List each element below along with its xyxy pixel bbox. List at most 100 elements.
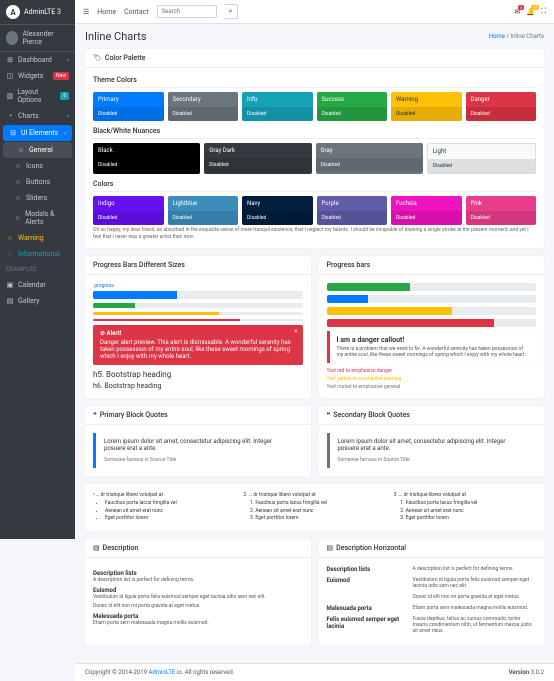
sidebar-item-charts[interactable]: ◔Charts‹ [0,108,75,124]
sidebar-item-buttons[interactable]: ○Buttons [0,174,75,190]
dl-desc: Donec id elit non mi porta gravida at eg… [93,603,303,609]
swatch-pink: PinkDisabled [466,196,537,225]
sidebar-item-dashboard[interactable]: ⊞Dashboard‹ [0,52,75,68]
dl-term: Description lists [327,566,407,575]
nav-icon: ◫ [6,72,14,80]
nav-icon: ○ [14,214,21,222]
fullscreen-icon[interactable]: ⛶ [541,7,546,16]
search-input[interactable] [157,5,217,18]
messages-icon[interactable]: ✉3 [515,8,521,16]
card-title: Progress bars [319,256,545,275]
swatch-light: LightDisabled [427,143,536,174]
progress-class-label: .progress [93,283,303,289]
nav-header-examples: EXAMPLES [0,262,75,277]
swatch-info: InfoDisabled [242,92,313,121]
swatch-danger: DangerDisabled [466,92,537,121]
quote-icon: ❝ [327,411,331,419]
progress-bar [327,319,537,327]
quote-icon: ❝ [93,411,97,419]
h5-heading: h5. Bootstrap heading [93,370,303,379]
page-title: Inline Charts [85,30,147,43]
sidebar-item-gallery[interactable]: ▤Gallery [0,293,75,309]
sidebar-item-calendar[interactable]: ▣Calendar [0,277,75,293]
dl-term: Felis euismod semper eget lacinia [327,616,407,637]
card-title: Progress Bars Different Sizes [85,256,311,275]
dl-desc: A description list is perfect for defini… [413,566,537,572]
swatch-fuchsia: FuchsiaDisabled [391,196,462,225]
text-yellow: Text yellow to emphasize warning [327,376,537,382]
brand[interactable]: A AdminLTE 3 [0,0,75,25]
list-item: Eget porttitor lorem [105,515,235,523]
nav-contact[interactable]: Contact [124,8,148,16]
sidebar-item-icons[interactable]: ○Icons [0,158,75,174]
nav-icon: ⊞ [6,56,14,64]
dl-term: Euismod [327,577,407,592]
user-panel[interactable]: Alexander Pierce [0,25,75,52]
breadcrumb-home[interactable]: Home [489,33,505,40]
swatch-gray-dark: Gray DarkDisabled [204,143,311,174]
progress-bar [327,307,537,315]
sidebar-item-general[interactable]: ○General [3,142,72,158]
dl-term: Malesuada porta [327,605,407,614]
sidebar: A AdminLTE 3 Alexander Pierce ⊞Dashboard… [0,0,75,539]
topbar: ☰ Home Contact ⌕ ✉3 🔔15 ⛶ [75,0,554,24]
danger-callout: I am a danger callout! There is a proble… [327,331,537,363]
progress-bar [93,319,303,321]
sidebar-item-sliders[interactable]: ○Sliders [0,190,75,206]
dl-desc: Vestibulum id ligula porta felis euismod… [93,594,303,600]
brand-text: AdminLTE 3 [24,8,61,16]
secondary-blockquote-card: ❝ Secondary Block Quotes Lorem ipsum dol… [319,406,545,476]
footer: Copyright © 2014-2019 AdminLTE.io. All r… [75,663,554,681]
nav-icon: ○ [17,146,25,154]
dl-desc: A description list is perfect for defini… [93,577,303,583]
palette-extra-text: Oh so happy, my dear friend, so absorbed… [93,227,536,240]
notifications-icon[interactable]: 🔔15 [526,8,535,16]
breadcrumb: Home / Inline Charts [489,33,544,40]
list-item: Aenean sit amet erat nunc [406,508,536,516]
progress-bar [93,291,303,299]
swatch-purple: PurpleDisabled [317,196,388,225]
dl-term: Euismod [93,587,303,594]
nav-home[interactable]: Home [97,8,116,16]
nav-icon: ▤ [6,297,14,305]
description-horizontal-card: ▤ Description Horizontal Description lis… [319,539,545,645]
swatch-success: SuccessDisabled [317,92,388,121]
nav-icon: ⊟ [9,129,17,137]
dl-desc: Etiam porta sem malesuada magna mollis e… [93,620,303,626]
brand-logo-icon: A [6,5,20,19]
list-item: Aenean sit amet erat nunc [255,508,385,516]
progress-bar [93,303,303,308]
danger-alert: × ⊘ Alert! Danger alert preview. This al… [93,325,303,365]
colors-title: Colors [93,180,536,192]
blockquote-secondary: Lorem ipsum dolor sit amet, consectetur … [327,433,537,468]
sidebar-item-layout-options[interactable]: ▥Layout Options6 [0,84,75,108]
sidebar-item-warning[interactable]: ○Warning [0,230,75,246]
bw-title: Black/White Nuances [93,127,536,139]
list-column: • … dr tristique libero volutpat atFauci… [93,492,235,523]
swatch-warning: WarningDisabled [391,92,462,121]
list-item: Aenean sit amet erat nunc [105,508,235,516]
dl-term: Description lists [93,570,303,577]
nav-icon: ▣ [6,281,14,289]
list-item: Eget porttitor lorem [255,515,385,523]
progress-bar [93,312,303,315]
close-icon[interactable]: × [294,328,297,335]
progress-bars-card: Progress bars I am a danger callout! The… [319,256,545,398]
text-muted: Text muted to emphasize general [327,384,537,390]
swatch-indigo: IndigoDisabled [93,196,164,225]
sidebar-item-ui-elements[interactable]: ⊟UI Elements‹ [3,125,72,141]
sidebar-item-informational[interactable]: ○Informational [0,246,75,262]
sidebar-item-modals-alerts[interactable]: ○Modals & Alerts [0,206,75,230]
menu-toggle-icon[interactable]: ☰ [83,8,89,16]
list-item: Faucibus porta lacus fringilla vel [406,500,536,508]
sidebar-item-widgets[interactable]: ◫WidgetsNew [0,68,75,84]
swatch-black: BlackDisabled [93,143,200,174]
primary-blockquote-card: ❝ Primary Block Quotes Lorem ipsum dolor… [85,406,311,476]
dl-desc: Donec id elit non mi porta gravida at eg… [413,594,537,600]
list-item: Eget porttitor lorem [406,515,536,523]
nav-icon: ▥ [6,92,13,100]
search-button[interactable]: ⌕ [225,4,238,19]
swatch-secondary: SecondaryDisabled [168,92,239,121]
lists-card: • … dr tristique libero volutpat atFauci… [85,484,544,531]
footer-link[interactable]: AdminLTE.io [148,669,181,676]
